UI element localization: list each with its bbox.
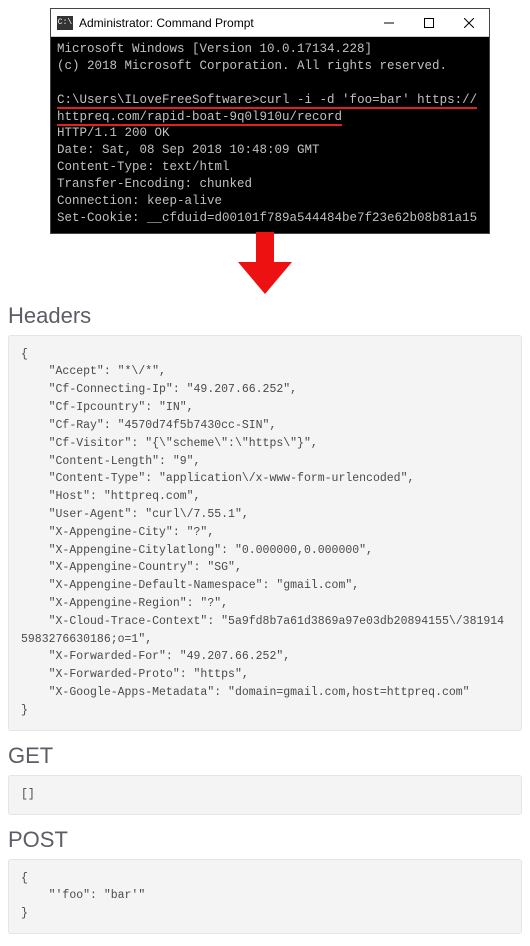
window-title: Administrator: Command Prompt: [79, 16, 369, 30]
terminal-line: Date: Sat, 08 Sep 2018 10:48:09 GMT: [57, 143, 320, 157]
terminal-body[interactable]: Microsoft Windows [Version 10.0.17134.22…: [51, 37, 489, 233]
maximize-button[interactable]: [409, 9, 449, 37]
terminal-line: Transfer-Encoding: chunked: [57, 177, 252, 191]
get-section: GET []: [8, 743, 522, 815]
headers-title: Headers: [8, 303, 522, 329]
get-content: []: [8, 775, 522, 815]
terminal-prompt-line: C:\Users\ILoveFreeSoftware>curl -i -d 'f…: [57, 93, 477, 109]
post-section: POST { "'foo": "bar'" }: [8, 827, 522, 934]
close-icon: [464, 18, 474, 28]
terminal-line: Set-Cookie: __cfduid=d00101f789a544484be…: [57, 211, 477, 225]
window-controls: [369, 9, 489, 37]
terminal-line: HTTP/1.1 200 OK: [57, 126, 170, 140]
close-button[interactable]: [449, 9, 489, 37]
flow-arrow: [0, 232, 530, 297]
cmd-icon: C:\: [57, 16, 73, 30]
post-content: { "'foo": "bar'" }: [8, 859, 522, 934]
maximize-icon: [424, 18, 434, 28]
window-titlebar: C:\ Administrator: Command Prompt: [51, 9, 489, 37]
get-title: GET: [8, 743, 522, 769]
command-prompt-window: C:\ Administrator: Command Prompt Micros…: [50, 8, 490, 234]
terminal-line: (c) 2018 Microsoft Corporation. All righ…: [57, 59, 447, 73]
headers-content: { "Accept": "*\/*", "Cf-Connecting-Ip": …: [8, 335, 522, 731]
down-arrow-icon: [238, 232, 292, 294]
post-title: POST: [8, 827, 522, 853]
minimize-icon: [384, 18, 394, 28]
minimize-button[interactable]: [369, 9, 409, 37]
terminal-command-url: httpreq.com/rapid-boat-9q0l910u/record: [57, 110, 342, 126]
terminal-line: Connection: keep-alive: [57, 194, 222, 208]
terminal-line: Content-Type: text/html: [57, 160, 230, 174]
terminal-line: Microsoft Windows [Version 10.0.17134.22…: [57, 42, 372, 56]
headers-section: Headers { "Accept": "*\/*", "Cf-Connecti…: [8, 303, 522, 731]
